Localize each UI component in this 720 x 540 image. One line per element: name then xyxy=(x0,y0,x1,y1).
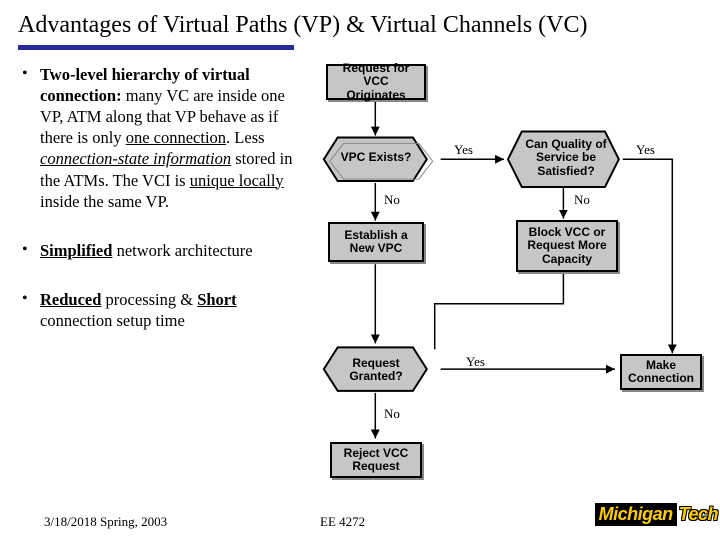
logo-michigan: Michigan xyxy=(595,503,677,526)
flow-establish: Establish a New VPC xyxy=(328,222,424,262)
slide-title: Advantages of Virtual Paths (VP) & Virtu… xyxy=(18,12,702,39)
flow-arrows xyxy=(306,64,702,504)
label-yes-1: Yes xyxy=(454,142,473,158)
flow-granted: Request Granted? xyxy=(324,348,428,392)
label-no-3: No xyxy=(384,406,400,422)
bullet-2: Simplified network architecture xyxy=(18,240,298,261)
logo-tech: Tech xyxy=(679,504,718,525)
label-no-2: No xyxy=(574,192,590,208)
bullet-3: Reduced processing & Short connection se… xyxy=(18,289,298,331)
flow-make: Make Connection xyxy=(620,354,702,390)
flow-vpc-exists: VPC Exists? xyxy=(324,136,428,180)
title-rule xyxy=(18,45,294,50)
flow-qos: Can Quality of Service be Satisfied? xyxy=(510,130,622,186)
flowchart: Request for VCC Originates VPC Exists? C… xyxy=(306,64,702,504)
label-yes-2: Yes xyxy=(636,142,655,158)
logo: MichiganTech xyxy=(595,503,718,526)
label-no-1: No xyxy=(384,192,400,208)
label-yes-3: Yes xyxy=(466,354,485,370)
flow-block: Block VCC or Request More Capacity xyxy=(516,220,618,272)
flow-start: Request for VCC Originates xyxy=(326,64,426,100)
footer-course: EE 4272 xyxy=(320,514,365,530)
bullet-1: Two-level hierarchy of virtual connectio… xyxy=(18,64,298,212)
bullet-column: Two-level hierarchy of virtual connectio… xyxy=(18,64,298,504)
flow-reject: Reject VCC Request xyxy=(330,442,422,478)
footer-date: 3/18/2018 Spring, 2003 xyxy=(44,514,167,530)
